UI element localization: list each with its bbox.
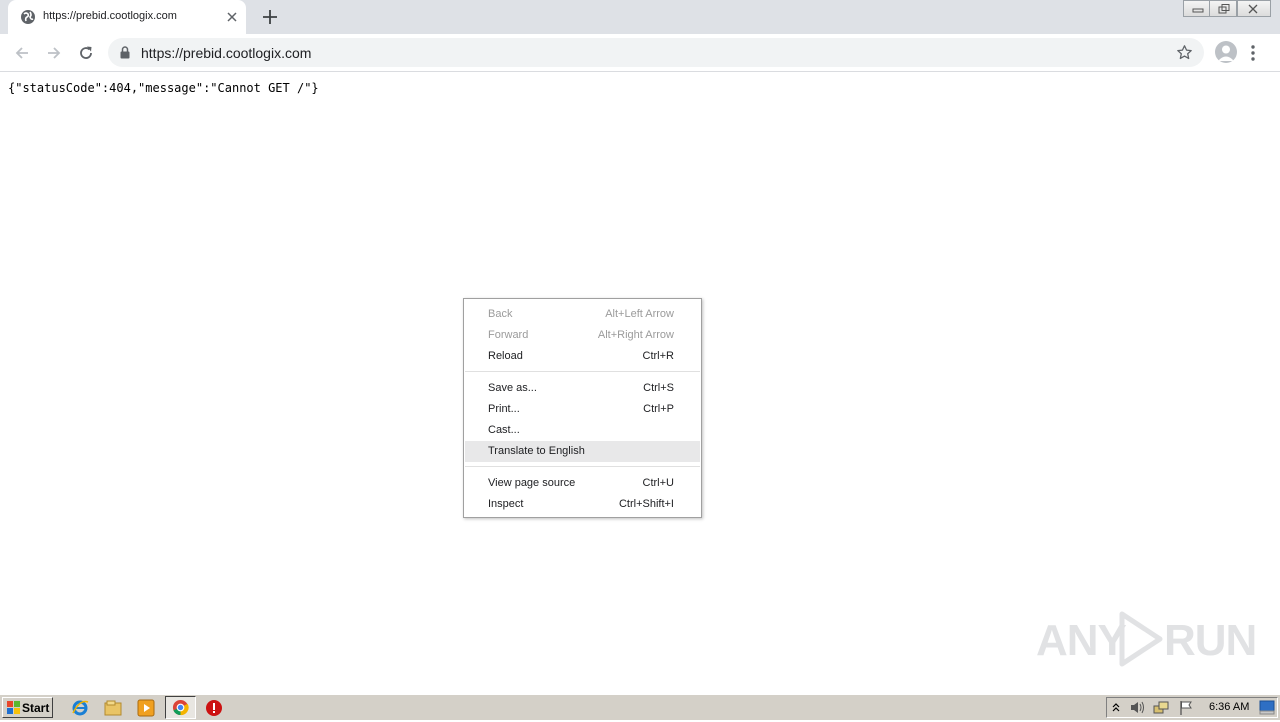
folder-icon[interactable]: [104, 699, 122, 717]
menu-item-save-as[interactable]: Save as... Ctrl+S: [465, 378, 700, 399]
close-icon[interactable]: [224, 9, 240, 25]
menu-item-print[interactable]: Print... Ctrl+P: [465, 399, 700, 420]
arrow-right-icon[interactable]: [44, 43, 64, 63]
show-desktop-icon[interactable]: [1259, 700, 1275, 720]
menu-item-label: Cast...: [488, 424, 520, 436]
menu-item-shortcut: Ctrl+S: [643, 382, 674, 394]
context-menu: Back Alt+Left Arrow Forward Alt+Right Ar…: [463, 298, 702, 518]
menu-item-cast[interactable]: Cast...: [465, 420, 700, 441]
menu-item-reload[interactable]: Reload Ctrl+R: [465, 346, 700, 367]
menu-item-view-source[interactable]: View page source Ctrl+U: [465, 473, 700, 494]
menu-item-shortcut: Alt+Right Arrow: [597, 329, 674, 341]
watermark-text-right: RUN: [1164, 616, 1257, 665]
menu-item-label: Save as...: [488, 382, 537, 394]
browser-tab[interactable]: https://prebid.cootlogix.com: [8, 0, 246, 34]
tab-title: https://prebid.cootlogix.com: [43, 10, 177, 22]
media-player-icon[interactable]: [137, 699, 155, 717]
close-window-button[interactable]: [1237, 0, 1271, 17]
menu-item-label: Inspect: [488, 498, 524, 510]
plus-icon[interactable]: [260, 7, 280, 27]
menu-item-label: View page source: [488, 477, 576, 489]
menu-item-back[interactable]: Back Alt+Left Arrow: [465, 304, 700, 325]
menu-separator: [465, 466, 700, 467]
menu-separator: [465, 371, 700, 372]
star-icon[interactable]: [1176, 44, 1193, 66]
stop-icon[interactable]: [205, 699, 223, 717]
kebab-menu-icon[interactable]: [1250, 43, 1256, 68]
menu-item-inspect[interactable]: Inspect Ctrl+Shift+I: [465, 494, 700, 515]
anyrun-watermark: ANY RUN: [1036, 606, 1257, 673]
lock-icon[interactable]: [120, 46, 130, 64]
menu-item-label: Forward: [488, 329, 529, 341]
globe-icon: [20, 9, 36, 25]
url-text[interactable]: https://prebid.cootlogix.com: [141, 45, 311, 61]
chevron-up-icon[interactable]: [1111, 701, 1121, 719]
menu-item-label: Back: [488, 308, 513, 320]
start-button[interactable]: Start: [2, 697, 53, 718]
menu-item-shortcut: Ctrl+Shift+I: [618, 498, 674, 510]
volume-icon[interactable]: [1129, 700, 1147, 720]
windows-logo-icon: [7, 701, 21, 718]
avatar-icon[interactable]: [1215, 41, 1237, 63]
restore-button[interactable]: [1209, 0, 1237, 17]
reload-icon[interactable]: [76, 43, 96, 63]
menu-item-label: Translate to English: [488, 445, 585, 457]
minimize-button[interactable]: [1183, 0, 1211, 17]
arrow-left-icon[interactable]: [12, 43, 32, 63]
network-icon[interactable]: [1153, 700, 1169, 721]
start-label: Start: [22, 701, 50, 715]
menu-item-translate[interactable]: Translate to English: [465, 441, 700, 462]
chrome-taskbar-button[interactable]: [165, 696, 196, 719]
internet-explorer-icon[interactable]: [71, 699, 89, 717]
clock[interactable]: 6:36 AM: [1209, 701, 1249, 713]
menu-item-label: Reload: [488, 350, 523, 362]
play-icon: [1116, 610, 1164, 673]
windows-taskbar: Start 6:36 AM: [0, 694, 1280, 720]
watermark-text-left: ANY: [1036, 616, 1127, 665]
address-bar[interactable]: https://prebid.cootlogix.com: [108, 38, 1204, 67]
page-body-text: {"statusCode":404,"message":"Cannot GET …: [8, 81, 319, 95]
menu-item-shortcut: Ctrl+P: [643, 403, 674, 415]
browser-toolbar: https://prebid.cootlogix.com: [0, 34, 1280, 72]
menu-item-shortcut: Ctrl+R: [642, 350, 674, 362]
chrome-icon: [172, 699, 189, 721]
menu-item-shortcut: Alt+Left Arrow: [605, 308, 674, 320]
menu-item-forward[interactable]: Forward Alt+Right Arrow: [465, 325, 700, 346]
menu-item-label: Print...: [488, 403, 520, 415]
flag-icon[interactable]: [1179, 700, 1193, 721]
browser-titlebar: https://prebid.cootlogix.com: [0, 0, 1280, 34]
menu-item-shortcut: Ctrl+U: [642, 477, 674, 489]
system-tray: 6:36 AM: [1106, 697, 1278, 718]
